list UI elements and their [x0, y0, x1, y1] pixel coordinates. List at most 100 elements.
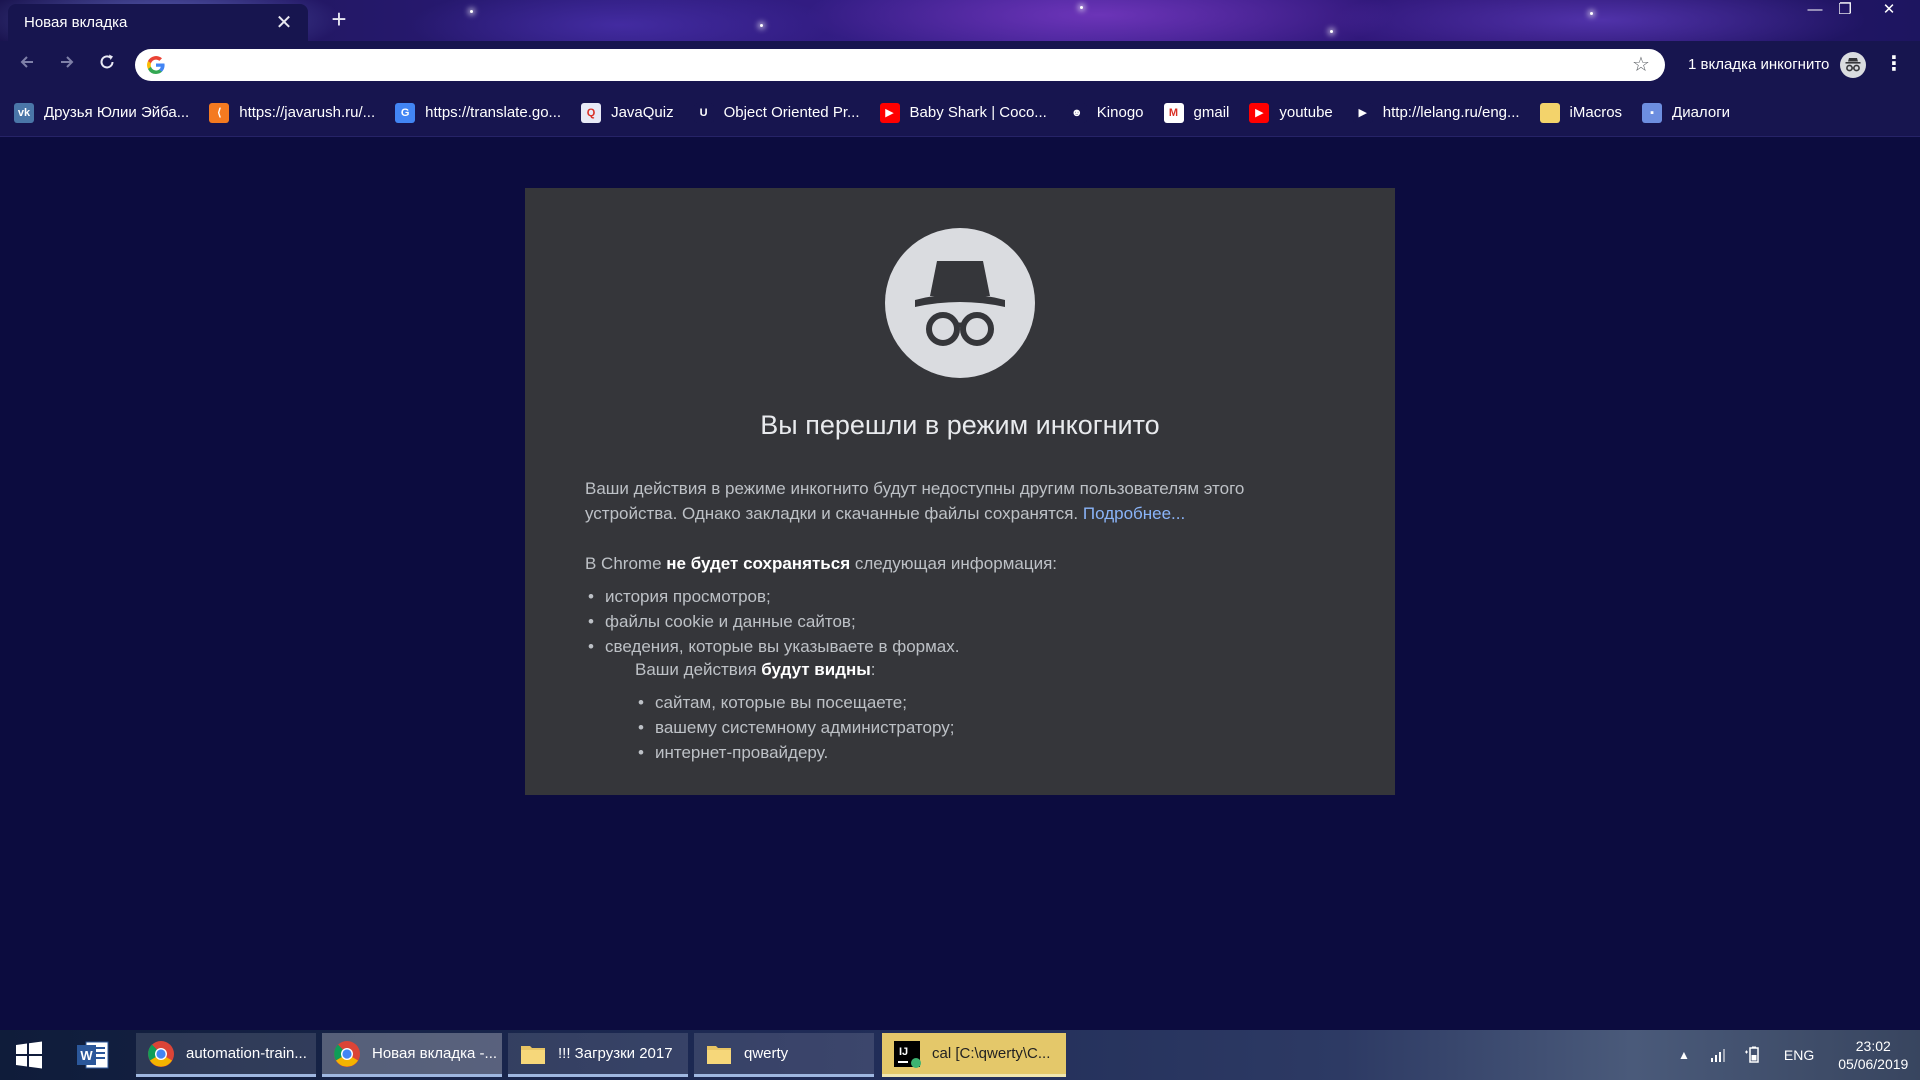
- bookmark-label: http://lelang.ru/eng...: [1382, 104, 1520, 121]
- not-saved-list: история просмотров; файлы cookie и данны…: [585, 584, 959, 659]
- minimize-button[interactable]: —: [1800, 0, 1830, 22]
- bookmark-label: gmail: [1193, 104, 1230, 121]
- show-hidden-icons-icon[interactable]: ▲: [1678, 1048, 1690, 1062]
- close-tab-icon[interactable]: ✕: [274, 10, 294, 35]
- visible-list: сайтам, которые вы посещаете; вашему сис…: [635, 690, 954, 765]
- star-decoration: [1590, 12, 1593, 15]
- reload-button[interactable]: [92, 50, 122, 80]
- google-logo-icon: [147, 56, 165, 74]
- list-item: файлы cookie и данные сайтов;: [585, 609, 959, 634]
- lelang-icon: ▶: [1352, 102, 1373, 123]
- bookmark-item[interactable]: ⟨ https://javarush.ru/...: [209, 102, 376, 123]
- incognito-count-label[interactable]: 1 вкладка инкогнито: [1688, 56, 1829, 73]
- arrow-left-icon: [20, 56, 33, 68]
- javarush-icon: ⟨: [209, 102, 230, 123]
- bookmark-label: JavaQuiz: [611, 104, 674, 121]
- star-decoration: [760, 24, 763, 27]
- bookmarks-bar: vk Друзья Юлии Эйба... ⟨ https://javarush.r…: [0, 89, 1920, 137]
- list-item: сведения, которые вы указываете в формах…: [585, 634, 959, 659]
- taskbar-button-new-tab[interactable]: Новая вкладка -...: [322, 1033, 502, 1077]
- bookmark-item[interactable]: ☻ Kinogo: [1066, 102, 1144, 123]
- bookmark-item[interactable]: ▶ youtube: [1249, 102, 1333, 123]
- udemy-icon: U: [693, 102, 714, 123]
- bookmark-item[interactable]: ▶ Baby Shark | Coco...: [879, 102, 1047, 123]
- bookmark-item[interactable]: Q JavaQuiz: [581, 102, 674, 123]
- incognito-title: Вы перешли в режим инкогнито: [760, 410, 1160, 440]
- arrow-right-icon: [61, 56, 74, 68]
- start-button[interactable]: [0, 1030, 58, 1080]
- bookmark-item[interactable]: Ghttps://translate.go...: [395, 102, 562, 123]
- intellij-icon: IJ: [892, 1039, 922, 1069]
- network-icon[interactable]: [1710, 1047, 1726, 1063]
- clock-time: 23:02: [1855, 1038, 1891, 1054]
- bookmark-item[interactable]: ▪ Диалоги: [1642, 102, 1730, 123]
- star-decoration: [470, 10, 473, 13]
- clock-date: 05/06/2019: [1838, 1056, 1909, 1072]
- close-window-button[interactable]: ✕: [1874, 0, 1904, 22]
- taskbar-button-qwerty[interactable]: qwerty: [694, 1033, 874, 1077]
- bookmark-label: youtube: [1279, 104, 1333, 121]
- address-input[interactable]: [175, 53, 1615, 77]
- bookmark-star-icon[interactable]: ☆: [1629, 53, 1653, 77]
- folder-icon: [1539, 102, 1560, 123]
- bookmark-label: Kinogo: [1096, 104, 1144, 121]
- chrome-menu-button[interactable]: ⋮: [1882, 51, 1906, 79]
- word-taskbar-button[interactable]: W: [68, 1035, 118, 1075]
- kinogo-icon: ☻: [1066, 102, 1087, 123]
- bookmark-label: https://translate.go...: [425, 104, 562, 121]
- taskbar-button-intellij[interactable]: IJ cal [C:\qwerty\C...: [882, 1033, 1066, 1077]
- incognito-description: Ваши действия в режиме инкогнито будут н…: [585, 476, 1305, 526]
- word-icon: W: [77, 1041, 109, 1069]
- restore-button[interactable]: ❐: [1830, 0, 1860, 22]
- bookmark-label: https://javarush.ru/...: [239, 104, 376, 121]
- incognito-avatar[interactable]: [1840, 52, 1866, 78]
- star-decoration: [1080, 6, 1083, 9]
- not-saved-heading: В Chrome не будет сохраняться следующая …: [585, 554, 1057, 574]
- bookmark-item[interactable]: Mgmail: [1163, 102, 1230, 123]
- language-indicator[interactable]: ENG: [1784, 1047, 1814, 1063]
- not-saved-bold: не будет сохраняться: [666, 554, 851, 573]
- browser-toolbar: ☆ 1 вкладка инкогнито ⋮: [0, 41, 1920, 89]
- new-tab-button[interactable]: +: [325, 6, 353, 34]
- incognito-icon: [1845, 58, 1861, 72]
- windows-logo-icon: [16, 1041, 42, 1069]
- address-bar[interactable]: ☆: [135, 49, 1665, 81]
- visible-bold: будут видны: [761, 660, 871, 679]
- star-decoration: [1330, 30, 1333, 33]
- taskbar-button-downloads[interactable]: !!! Загрузки 2017: [508, 1033, 688, 1077]
- visible-heading: Ваши действия будут видны:: [635, 660, 876, 680]
- bookmark-item[interactable]: iMacros: [1539, 102, 1622, 123]
- minimize-icon: —: [1807, 1, 1823, 18]
- list-item: сайтам, которые вы посещаете;: [635, 690, 954, 715]
- back-button[interactable]: [12, 50, 42, 80]
- system-tray: ▲ ENG 23:02 05/06/2019: [1678, 1030, 1908, 1080]
- bookmark-item[interactable]: U Object Oriented Pr...: [693, 102, 860, 123]
- folder-icon: [518, 1039, 548, 1069]
- learn-more-link[interactable]: Подробнее...: [1083, 504, 1185, 523]
- taskbar-label: qwerty: [744, 1045, 789, 1062]
- taskbar-label: Новая вкладка -...: [372, 1045, 498, 1062]
- forward-button[interactable]: [52, 50, 82, 80]
- not-saved-suffix: следующая информация:: [854, 554, 1057, 573]
- incognito-icon: [915, 261, 1005, 346]
- list-item: история просмотров;: [585, 584, 959, 609]
- youtube-icon: ▶: [879, 102, 900, 123]
- tab-new-tab[interactable]: Новая вкладка ✕: [8, 4, 308, 41]
- taskbar-label: !!! Загрузки 2017: [558, 1045, 673, 1062]
- bookmark-item[interactable]: ▶ http://lelang.ru/eng...: [1352, 102, 1520, 123]
- close-icon: ✕: [1882, 1, 1896, 18]
- chrome-icon: [146, 1039, 176, 1069]
- clock[interactable]: 23:02 05/06/2019: [1838, 1037, 1908, 1073]
- taskbar-label: automation-train...: [186, 1045, 307, 1062]
- list-item: интернет-провайдеру.: [635, 740, 954, 765]
- title-bar: Новая вкладка ✕ + — ❐ ✕: [0, 0, 1920, 41]
- visible-suffix: :: [870, 660, 876, 679]
- vk-icon: vk: [14, 102, 34, 123]
- bookmark-item[interactable]: vk Друзья Юлии Эйба...: [14, 102, 189, 123]
- taskbar-label: cal [C:\qwerty\C...: [932, 1045, 1051, 1062]
- javaquiz-icon: Q: [581, 102, 602, 123]
- not-saved-prefix: В Chrome: [585, 554, 662, 573]
- bookmark-label: Baby Shark | Coco...: [909, 104, 1047, 121]
- taskbar-button-automation[interactable]: automation-train...: [136, 1033, 316, 1077]
- battery-icon[interactable]: [1744, 1046, 1762, 1064]
